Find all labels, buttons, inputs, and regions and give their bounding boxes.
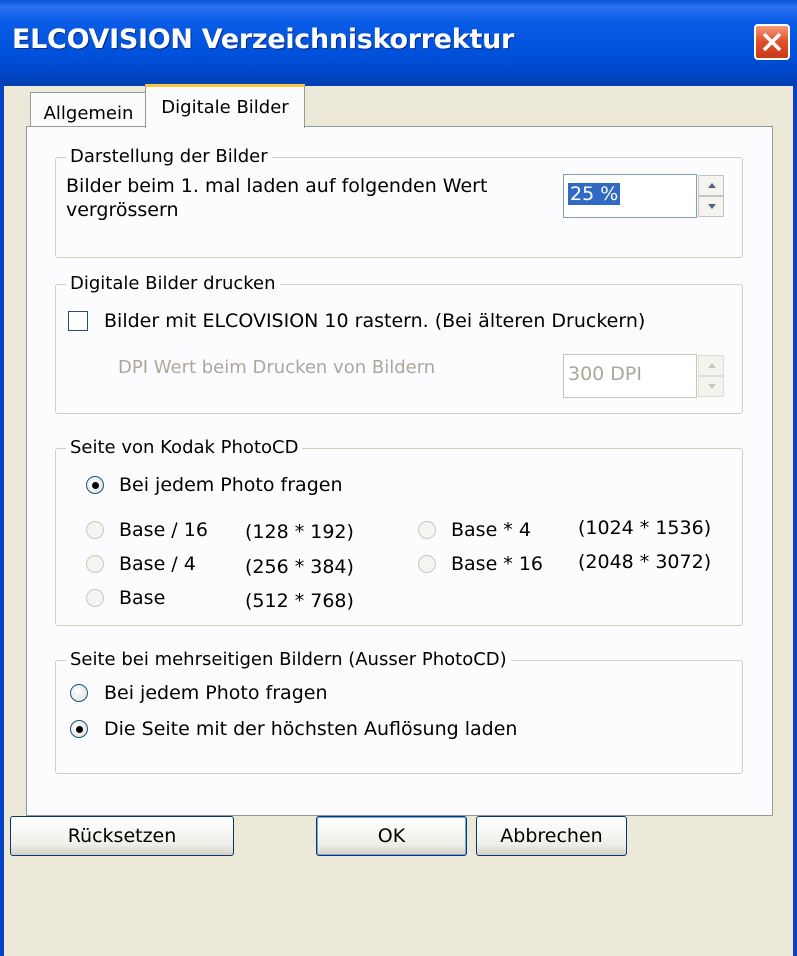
zoom-description-line1: Bilder beim 1. mal laden auf folgenden W… (66, 175, 488, 197)
title-bar[interactable]: ELCOVISION Verzeichniskorrektur (0, 0, 797, 86)
photocd-radio-base4[interactable] (86, 555, 104, 573)
photocd-option-base-x16-label[interactable]: Base * 16 (451, 553, 543, 575)
tab-allgemein[interactable]: Allgemein (30, 92, 147, 126)
photocd-radio-base-x16[interactable] (418, 555, 436, 573)
photocd-option-base-size: (512 * 768) (245, 590, 354, 612)
multipage-option-highest-label[interactable]: Die Seite mit der höchsten Auflösung lad… (104, 718, 517, 740)
photocd-radio-base-x4[interactable] (418, 521, 436, 539)
zoom-spinner (698, 175, 724, 217)
photocd-group-title: Seite von Kodak PhotoCD (66, 437, 303, 458)
dpi-down-button[interactable] (698, 376, 724, 397)
photocd-option-base-x16-size: (2048 * 3072) (578, 551, 712, 573)
close-icon (762, 32, 782, 52)
raster-checkbox-label[interactable]: Bilder mit ELCOVISION 10 rastern. (Bei ä… (104, 310, 645, 332)
photocd-option-base-x4-size: (1024 * 1536) (578, 517, 712, 539)
multipage-radio-highest[interactable] (70, 720, 88, 738)
arrow-up-icon (708, 363, 716, 368)
arrow-up-icon (708, 183, 716, 188)
arrow-down-icon (708, 384, 716, 389)
raster-checkbox[interactable] (68, 311, 88, 331)
photocd-radio-base[interactable] (86, 589, 104, 607)
dpi-spinner (698, 355, 724, 397)
multipage-group-title: Seite bei mehrseitigen Bildern (Ausser P… (66, 649, 511, 670)
print-group-title: Digitale Bilder drucken (66, 273, 280, 294)
display-group-title: Darstellung der Bilder (66, 146, 272, 167)
photocd-option-base16-size: (128 * 192) (245, 521, 354, 543)
tab-digitale-bilder[interactable]: Digitale Bilder (145, 84, 305, 128)
reset-button[interactable]: Rücksetzen (10, 816, 234, 856)
zoom-description-line2: vergrössern (66, 199, 179, 221)
multipage-groupbox: Seite bei mehrseitigen Bildern (Ausser P… (55, 649, 743, 774)
arrow-down-icon (708, 204, 716, 209)
dpi-value: 300 DPI (568, 363, 642, 385)
photocd-option-base-x4-label[interactable]: Base * 4 (451, 519, 531, 541)
photocd-option-ask-label[interactable]: Bei jedem Photo fragen (119, 474, 342, 496)
close-button[interactable] (754, 24, 790, 60)
zoom-input[interactable]: 25 % (563, 174, 697, 218)
dpi-input[interactable]: 300 DPI (563, 354, 697, 398)
multipage-option-ask-label[interactable]: Bei jedem Photo fragen (104, 682, 327, 704)
photocd-option-base-label[interactable]: Base (119, 587, 165, 609)
ok-button[interactable]: OK (316, 816, 467, 856)
zoom-up-button[interactable] (698, 175, 724, 196)
zoom-down-button[interactable] (698, 196, 724, 217)
photocd-option-base16-label[interactable]: Base / 16 (119, 519, 208, 541)
photocd-radio-ask[interactable] (86, 476, 104, 494)
photocd-option-base4-size: (256 * 384) (245, 556, 354, 578)
multipage-radio-ask[interactable] (70, 684, 88, 702)
window-title: ELCOVISION Verzeichniskorrektur (12, 24, 514, 55)
zoom-value: 25 % (568, 183, 621, 205)
photocd-option-base4-label[interactable]: Base / 4 (119, 553, 196, 575)
dpi-up-button[interactable] (698, 355, 724, 376)
photocd-radio-base16[interactable] (86, 521, 104, 539)
cancel-button[interactable]: Abbrechen (476, 816, 627, 856)
dpi-label: DPI Wert beim Drucken von Bildern (118, 357, 436, 378)
